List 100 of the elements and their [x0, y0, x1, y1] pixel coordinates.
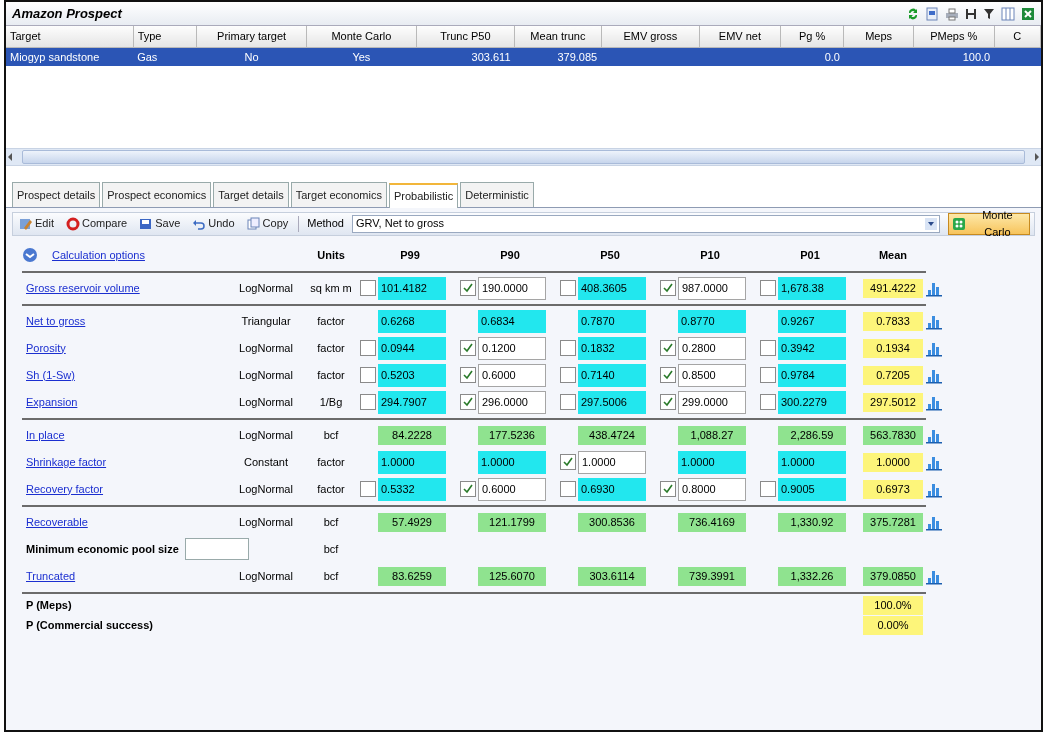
- value-cell: 0.0944: [378, 336, 446, 360]
- tab[interactable]: Prospect details: [12, 182, 101, 207]
- tab[interactable]: Target details: [213, 182, 289, 207]
- value-cell: 0.5332: [378, 477, 446, 501]
- column-header[interactable]: Trunc P50: [416, 26, 515, 47]
- parameter-link[interactable]: Truncated: [22, 567, 76, 585]
- column-header[interactable]: Pg %: [780, 26, 844, 47]
- dice-icon: [951, 216, 966, 231]
- tab[interactable]: Target economics: [290, 182, 387, 207]
- checkbox[interactable]: [560, 340, 576, 356]
- value-field[interactable]: 987.0000: [678, 276, 746, 300]
- checkbox[interactable]: [660, 481, 676, 497]
- tab[interactable]: Deterministic: [460, 182, 534, 207]
- parameter-link[interactable]: Gross reservoir volume: [22, 279, 140, 297]
- parameter-link[interactable]: Sh (1-Sw): [22, 366, 75, 384]
- column-header[interactable]: Monte Carlo: [306, 26, 417, 47]
- tab[interactable]: Prospect economics: [102, 182, 212, 207]
- mean-cell: 375.7281: [863, 512, 923, 532]
- checkbox[interactable]: [460, 481, 476, 497]
- checkbox[interactable]: [560, 454, 576, 470]
- value-cell: 0.1832: [578, 336, 646, 360]
- checkbox[interactable]: [460, 394, 476, 410]
- checkbox[interactable]: [560, 280, 576, 296]
- column-header[interactable]: Primary target: [196, 26, 307, 47]
- value-field[interactable]: 0.1200: [478, 336, 546, 360]
- checkbox[interactable]: [360, 394, 376, 410]
- value-cell: 739.3991: [678, 566, 746, 586]
- checkbox[interactable]: [360, 367, 376, 383]
- column-header[interactable]: C: [994, 26, 1041, 47]
- collapse-icon[interactable]: [22, 247, 38, 263]
- value-cell: 0.9267: [778, 309, 846, 333]
- value-field[interactable]: 0.8000: [678, 477, 746, 501]
- value-field[interactable]: 296.0000: [478, 390, 546, 414]
- checkbox[interactable]: [560, 367, 576, 383]
- input-field[interactable]: [184, 538, 249, 560]
- toolbar-button[interactable]: Compare: [63, 215, 130, 232]
- checkbox[interactable]: [360, 280, 376, 296]
- spreadsheet-icon[interactable]: [1021, 6, 1035, 21]
- printer-icon[interactable]: [945, 6, 959, 21]
- toolbar-button[interactable]: Undo: [190, 215, 237, 232]
- value-field[interactable]: 0.6000: [478, 363, 546, 387]
- column-header[interactable]: Type: [133, 26, 197, 47]
- method-dropdown[interactable]: GRV, Net to gross: [351, 214, 940, 233]
- checkbox[interactable]: [760, 481, 776, 497]
- toolbar-button[interactable]: Save: [137, 215, 183, 232]
- run-button[interactable]: Monte Carlo: [947, 212, 1030, 235]
- toolbar-button[interactable]: Copy: [244, 215, 291, 232]
- checkbox[interactable]: [760, 340, 776, 356]
- checkbox[interactable]: [360, 340, 376, 356]
- checkbox[interactable]: [460, 340, 476, 356]
- mean-cell: 0.1934: [863, 338, 923, 358]
- value-field[interactable]: 0.6000: [478, 477, 546, 501]
- toolbar-button[interactable]: Edit: [17, 215, 56, 232]
- value-field[interactable]: 0.8500: [678, 363, 746, 387]
- tab[interactable]: Probabilistic: [388, 183, 459, 208]
- value-cell: 83.6259: [378, 566, 446, 586]
- column-header[interactable]: Mean trunc: [514, 26, 602, 47]
- value-cell: 1.0000: [378, 450, 446, 474]
- checkbox[interactable]: [760, 280, 776, 296]
- checkbox[interactable]: [560, 394, 576, 410]
- scroll-left-icon[interactable]: [6, 152, 14, 162]
- column-header: Mean: [877, 248, 909, 263]
- checkbox[interactable]: [660, 394, 676, 410]
- parameter-link[interactable]: Shrinkage factor: [22, 453, 107, 471]
- refresh-icon[interactable]: [907, 6, 919, 21]
- parameter-link[interactable]: Recoverable: [22, 513, 88, 531]
- document-icon[interactable]: [925, 6, 939, 21]
- parameter-link[interactable]: Recovery factor: [22, 480, 104, 498]
- value-field[interactable]: 190.0000: [478, 276, 546, 300]
- table-row[interactable]: Miogyp sandstone Gas No Yes 303.611 379.085 0.0 100.0: [6, 47, 1041, 66]
- calculation-options-link[interactable]: Calculation options: [48, 246, 145, 264]
- parameter-link[interactable]: Net to gross: [22, 312, 86, 330]
- value-cell: 0.9005: [778, 477, 846, 501]
- h-bar-icon[interactable]: [965, 6, 977, 21]
- parameter-link[interactable]: Expansion: [22, 393, 78, 411]
- checkbox[interactable]: [660, 340, 676, 356]
- column-header[interactable]: PMeps %: [913, 26, 995, 47]
- value-cell: 125.6070: [478, 566, 546, 586]
- mean-cell: 297.5012: [863, 392, 923, 412]
- checkbox[interactable]: [460, 367, 476, 383]
- checkbox[interactable]: [360, 481, 376, 497]
- filter-icon[interactable]: [983, 6, 995, 21]
- column-header[interactable]: EMV gross: [601, 26, 700, 47]
- parameter-link[interactable]: Porosity: [22, 339, 66, 357]
- checkbox[interactable]: [660, 280, 676, 296]
- column-header[interactable]: Meps: [843, 26, 914, 47]
- value-field[interactable]: 1.0000: [578, 450, 646, 474]
- table-cell: 379.085: [557, 50, 598, 63]
- column-header[interactable]: Target: [6, 26, 134, 47]
- checkbox[interactable]: [660, 367, 676, 383]
- checkbox[interactable]: [760, 367, 776, 383]
- scroll-right-icon[interactable]: [1033, 152, 1041, 162]
- checkbox[interactable]: [760, 394, 776, 410]
- checkbox[interactable]: [560, 481, 576, 497]
- value-field[interactable]: 299.0000: [678, 390, 746, 414]
- value-field[interactable]: 0.2800: [678, 336, 746, 360]
- checkbox[interactable]: [460, 280, 476, 296]
- column-header[interactable]: EMV net: [699, 26, 781, 47]
- horizontal-scrollbar[interactable]: [6, 148, 1041, 166]
- parameter-link[interactable]: In place: [22, 426, 65, 444]
